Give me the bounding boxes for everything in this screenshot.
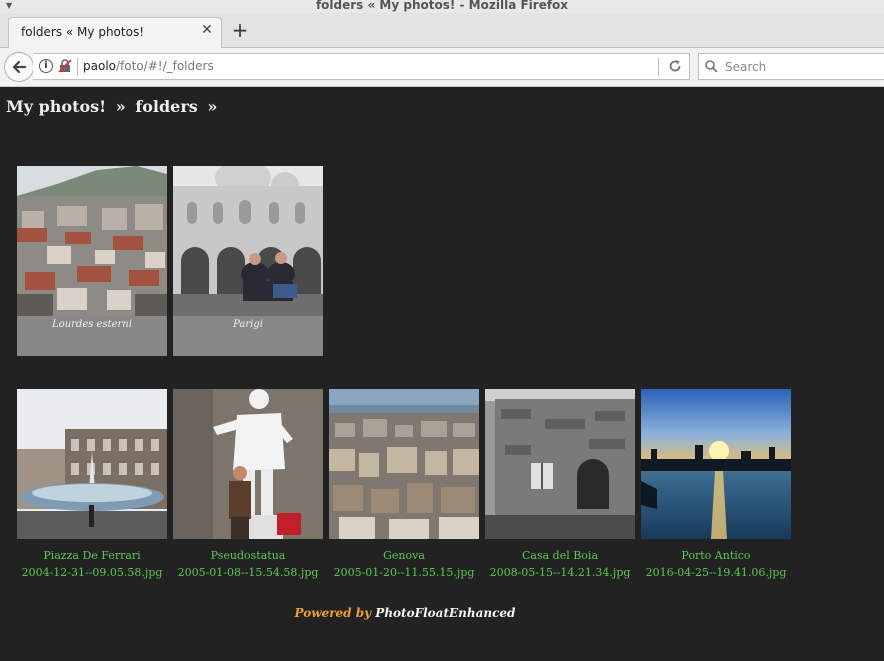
url-host: paolo [83, 59, 116, 73]
tab-active[interactable]: folders « My photos! ✕ [8, 17, 222, 48]
breadcrumb-separator: » [115, 97, 126, 116]
back-arrow-icon [12, 60, 27, 74]
photo-filename[interactable]: 2005-01-20--11.55.15.jpg [329, 566, 479, 579]
photo-filename[interactable]: 2008-05-15--14.21.34.jpg [485, 566, 635, 579]
album-thumbnail [173, 166, 323, 316]
insecure-connection-icon[interactable] [58, 59, 72, 73]
url-separator [77, 58, 78, 76]
photo-thumbnail [641, 389, 791, 539]
album-lourdes-esterni[interactable]: Lourdes esterni [17, 166, 167, 356]
photo-filename[interactable]: 2005-01-08--15.54.58.jpg [173, 566, 323, 579]
photo-title[interactable]: Porto Antico [641, 549, 791, 562]
breadcrumb-separator: » [207, 97, 218, 116]
album-parigi[interactable]: Parigi [173, 166, 323, 356]
page-content: My photos! » folders » Lourdes esterni P… [0, 87, 884, 661]
photo-thumbnail [17, 389, 167, 539]
tab-bar: folders « My photos! ✕ + [0, 13, 884, 48]
album-thumbnail [17, 166, 167, 316]
window-titlebar: ▼ folders « My photos! - Mozilla Firefox [0, 0, 884, 13]
url-path: /foto/#!/_folders [116, 59, 214, 73]
tab-close-icon[interactable]: ✕ [199, 22, 215, 38]
photo-casa-del-boia[interactable]: Casa del Boia 2008-05-15--14.21.34.jpg [485, 389, 635, 579]
navigation-toolbar: i paolo/foto/#!/_folders [0, 48, 884, 87]
photo-genova[interactable]: Genova 2005-01-20--11.55.15.jpg [329, 389, 479, 579]
photo-thumbnail [173, 389, 323, 539]
album-caption: Parigi [233, 319, 263, 330]
url-text[interactable]: paolo/foto/#!/_folders [83, 59, 214, 73]
back-button[interactable] [4, 52, 34, 82]
powered-by-label: Powered by [294, 606, 372, 620]
photo-thumbnail [485, 389, 635, 539]
new-tab-button[interactable]: + [230, 19, 250, 41]
photo-filename[interactable]: 2016-04-25--19.41.06.jpg [641, 566, 791, 579]
reload-icon[interactable] [667, 58, 683, 74]
photo-title[interactable]: Pseudostatua [173, 549, 323, 562]
breadcrumb-site-link[interactable]: My photos! [6, 97, 106, 116]
photo-title[interactable]: Genova [329, 549, 479, 562]
photo-piazza-de-ferrari[interactable]: Piazza De Ferrari 2004-12-31--09.05.58.j… [17, 389, 167, 579]
photofloat-link[interactable]: PhotoFloatEnhanced [375, 606, 515, 620]
breadcrumb-folder-link[interactable]: folders [135, 97, 197, 116]
search-bar[interactable] [698, 53, 884, 80]
photo-filename[interactable]: 2004-12-31--09.05.58.jpg [17, 566, 167, 579]
url-bar[interactable]: i paolo/foto/#!/_folders [33, 53, 690, 80]
tab-title: folders « My photos! [21, 25, 144, 39]
breadcrumb: My photos! » folders » [6, 97, 221, 116]
photo-pseudostatua[interactable]: Pseudostatua 2005-01-08--15.54.58.jpg [173, 389, 323, 579]
album-caption: Lourdes esterni [52, 319, 132, 330]
info-icon[interactable]: i [39, 59, 53, 73]
powered-by-footer: Powered by PhotoFloatEnhanced [0, 606, 810, 620]
photo-thumbnail [329, 389, 479, 539]
url-separator-right [658, 58, 659, 76]
photo-title[interactable]: Piazza De Ferrari [17, 549, 167, 562]
photo-title[interactable]: Casa del Boia [485, 549, 635, 562]
search-input[interactable] [723, 57, 877, 77]
photo-porto-antico[interactable]: Porto Antico 2016-04-25--19.41.06.jpg [641, 389, 791, 579]
window-title: folders « My photos! - Mozilla Firefox [315, 0, 569, 12]
search-icon [705, 60, 718, 73]
